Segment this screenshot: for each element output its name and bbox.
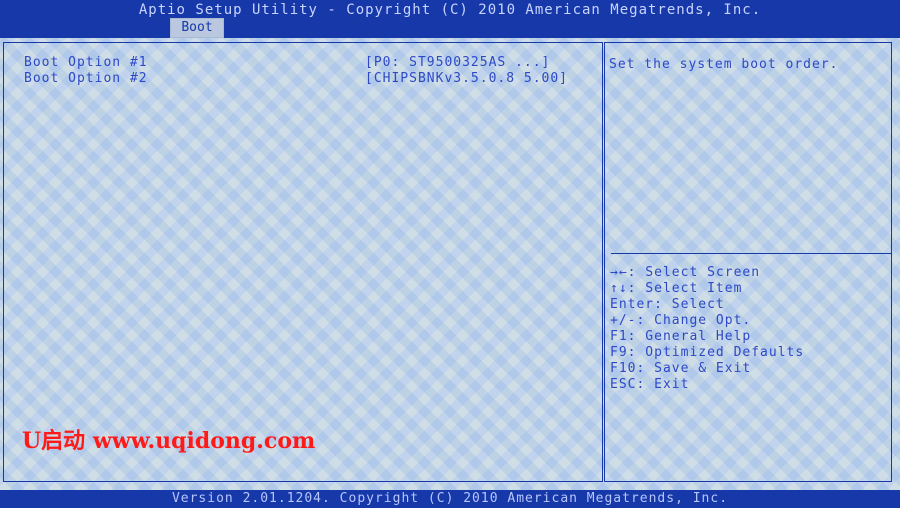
help-panel: Set the system boot order. →←: Select Sc… [604, 42, 892, 482]
footer-version: Version 2.01.1204. Copyright (C) 2010 Am… [171, 491, 729, 506]
boot-option-2-label[interactable]: Boot Option #2 [24, 71, 148, 86]
key-select-screen: →←: Select Screen [610, 265, 761, 280]
key-esc-exit: ESC: Exit [610, 377, 690, 392]
key-save-exit: F10: Save & Exit [610, 361, 752, 376]
boot-option-1-label[interactable]: Boot Option #1 [24, 55, 148, 70]
bios-screen: Aptio Setup Utility - Copyright (C) 2010… [0, 0, 900, 508]
tab-boot[interactable]: Boot [170, 18, 224, 38]
app-title: Aptio Setup Utility - Copyright (C) 2010… [138, 2, 762, 18]
title-bar: Aptio Setup Utility - Copyright (C) 2010… [0, 0, 900, 40]
main-area: Boot Option #1 [P0: ST9500325AS ...] Boo… [0, 38, 900, 490]
boot-option-2-value[interactable]: [CHIPSBNKv3.5.0.8 5.00] [365, 71, 568, 86]
watermark-logo: U启动 www.uqidong.com [22, 428, 316, 454]
key-enter-select: Enter: Select [610, 297, 725, 312]
help-divider [611, 253, 891, 254]
key-select-item: ↑↓: Select Item [610, 281, 743, 296]
key-optimized-defaults: F9: Optimized Defaults [610, 345, 805, 360]
key-change-opt: +/-: Change Opt. [610, 313, 752, 328]
help-description: Set the system boot order. [609, 57, 839, 72]
boot-option-1-value[interactable]: [P0: ST9500325AS ...] [365, 55, 550, 70]
key-general-help: F1: General Help [610, 329, 752, 344]
footer-bar: Version 2.01.1204. Copyright (C) 2010 Am… [0, 490, 900, 508]
boot-options-panel: Boot Option #1 [P0: ST9500325AS ...] Boo… [3, 42, 603, 482]
